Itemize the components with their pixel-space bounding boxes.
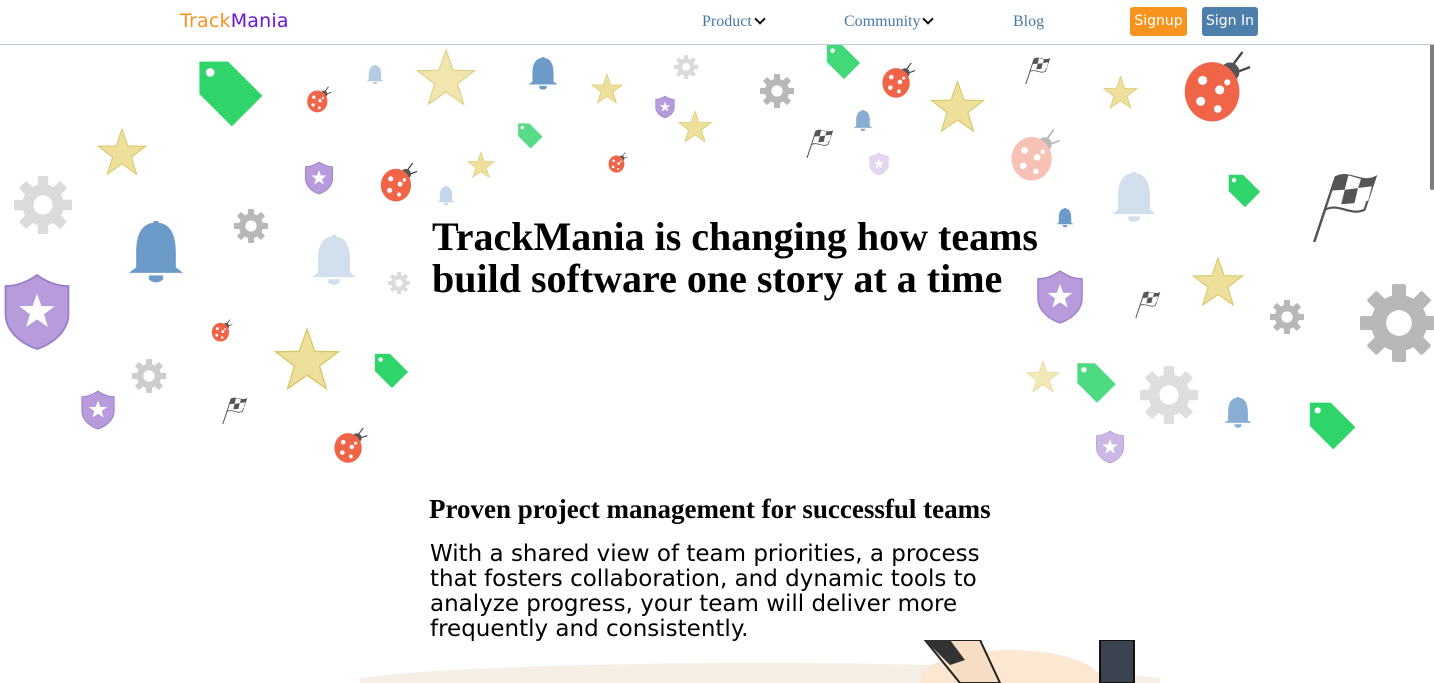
bell-icon (128, 221, 184, 283)
star-icon (97, 128, 147, 175)
shield-icon (82, 391, 114, 429)
logo-track-text: Track (180, 10, 231, 32)
bell-icon (437, 186, 455, 206)
nav-community-label: Community (844, 13, 921, 30)
hero-illustration (360, 640, 1160, 683)
shield-icon (870, 153, 889, 175)
chevron-down-icon (754, 13, 766, 25)
ladybug-icon (1011, 129, 1059, 180)
gear-icon (132, 359, 166, 393)
tag-icon (374, 353, 409, 389)
ladybug-icon (381, 163, 417, 201)
bell-icon (311, 235, 357, 285)
star-icon (1026, 360, 1060, 393)
hero-headline: TrackMania is changing how teams build s… (432, 214, 1038, 301)
bell-icon (528, 57, 558, 90)
shield-icon (6, 275, 69, 349)
nav-product-menu[interactable]: Product (702, 13, 766, 31)
gear-icon (760, 74, 794, 108)
star-icon (274, 328, 340, 390)
ladybug-icon (609, 153, 628, 173)
checkered-flag-icon (223, 398, 247, 424)
chevron-down-icon (922, 13, 935, 25)
gear-icon (674, 55, 698, 79)
checkered-flag-icon (1026, 58, 1050, 84)
checkered-flag-icon (1314, 175, 1375, 242)
star-icon (678, 110, 712, 143)
gear-icon (14, 176, 72, 234)
logo-mania-text: Mania (230, 10, 289, 32)
section-subheading: Proven project management for successful… (429, 494, 991, 524)
gear-icon (234, 209, 268, 243)
gear-icon (388, 272, 410, 294)
section-body-text: With a shared view of team priorities, a… (430, 541, 980, 642)
ladybug-icon (882, 63, 915, 98)
nav-product-label: Product (702, 13, 752, 30)
top-navbar: TrackMania Product Community Blog Signup… (0, 0, 1434, 45)
checkered-flag-icon (1136, 292, 1160, 318)
sign-in-button[interactable]: Sign In (1202, 7, 1258, 36)
signup-button[interactable]: Signup (1130, 7, 1187, 36)
gear-icon (1270, 300, 1304, 334)
trackmania-logo[interactable]: TrackMania (180, 10, 289, 32)
shield-icon (656, 96, 675, 118)
ladybug-icon (1185, 52, 1250, 122)
star-icon (416, 49, 476, 105)
star-icon (930, 80, 985, 132)
star-icon (1192, 257, 1244, 306)
ladybug-icon (334, 428, 367, 463)
nav-blog-link[interactable]: Blog (1013, 13, 1044, 31)
checkered-flag-icon (807, 130, 833, 158)
gear-icon (1360, 284, 1434, 362)
shield-icon (305, 162, 332, 194)
ladybug-icon (307, 87, 331, 113)
tag-icon (1077, 363, 1116, 403)
star-icon (591, 73, 623, 104)
nav-community-menu[interactable]: Community (844, 13, 935, 31)
tag-icon (1309, 402, 1356, 450)
bell-icon (1224, 397, 1252, 428)
ladybug-icon (212, 320, 233, 342)
tag-icon (826, 45, 861, 80)
bell-icon (853, 110, 873, 132)
tag-icon (1228, 174, 1261, 208)
gear-icon (1140, 366, 1198, 424)
bell-icon (1056, 208, 1074, 228)
star-icon (467, 151, 495, 178)
bell-icon (1111, 172, 1157, 222)
star-icon (1103, 76, 1138, 109)
shield-icon (1096, 431, 1123, 463)
tag-icon (518, 123, 543, 149)
tag-icon (199, 61, 263, 127)
bell-icon (366, 65, 384, 85)
